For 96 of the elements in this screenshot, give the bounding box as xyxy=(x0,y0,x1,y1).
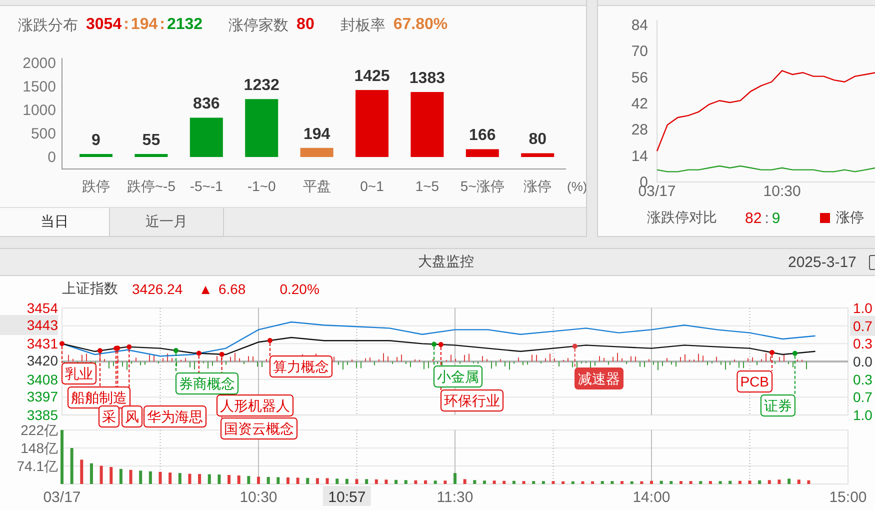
value-label: 1232 xyxy=(244,78,280,95)
axis-label: 1.0 xyxy=(853,301,872,316)
axis-label: 3454 xyxy=(26,301,58,316)
tab[interactable]: 当日 xyxy=(0,208,110,236)
legend-label: 涨跌停对比 xyxy=(647,209,717,227)
value-label: 55 xyxy=(142,132,160,150)
stat-label: 涨停家数 xyxy=(228,16,289,35)
axis-label: 56 xyxy=(631,69,648,86)
axis-label: 3431 xyxy=(26,336,58,352)
axis-label: 0.3 xyxy=(853,371,872,388)
axis-label: 10:57 xyxy=(328,489,366,506)
axis-label: 0.3 xyxy=(853,336,872,352)
value-label: 166 xyxy=(469,128,496,145)
axis-label: 500 xyxy=(30,126,56,143)
concept-tag: PCB xyxy=(736,370,773,392)
value-label: 194 xyxy=(303,126,330,144)
axis-label: 03/17 xyxy=(43,489,81,506)
stat-value: 67.80% xyxy=(393,16,448,34)
axis-label: 148亿 xyxy=(20,440,58,456)
axis-label: 0 xyxy=(48,149,56,166)
concept-tag: 国资云概念 xyxy=(220,418,298,440)
value-label: 9 xyxy=(92,132,100,150)
category-label: 涨停 xyxy=(524,178,552,194)
axis-label: 3443 xyxy=(26,317,58,334)
axis-label: 222亿 xyxy=(20,422,58,438)
leader-line xyxy=(434,346,435,366)
category-label: 跌停~-5 xyxy=(126,178,176,194)
category-label: 跌停 xyxy=(82,178,110,194)
axis-label: 3385 xyxy=(26,407,58,423)
stat-value: 82 xyxy=(745,210,762,226)
stat-value: : xyxy=(124,16,129,34)
axis-label: 14 xyxy=(631,148,648,165)
axis-label: 3420 xyxy=(26,352,58,369)
stat-value: : xyxy=(764,210,769,226)
stat-value: 2132 xyxy=(166,16,203,34)
axis-label: 3397 xyxy=(26,388,58,404)
concept-tag: 证券 xyxy=(760,394,796,416)
concept-tag: 乳业 xyxy=(62,362,96,384)
section-title: 大盘监控 xyxy=(418,253,474,271)
stat-label: 封板率 xyxy=(340,16,386,35)
concept-tag: 环保行业 xyxy=(440,390,504,412)
axis-label: 42 xyxy=(631,96,648,112)
leader-line xyxy=(269,342,270,356)
axis-label: 2000 xyxy=(22,55,56,72)
index-change: 6.68 xyxy=(218,280,246,296)
axis-label: 1500 xyxy=(22,78,56,96)
category-label: 平盘 xyxy=(302,178,331,194)
stat-value: 194 xyxy=(130,16,158,34)
axis-label: 84 xyxy=(631,17,648,34)
axis-label: 1000 xyxy=(22,102,56,120)
axis-label: 15:00 xyxy=(829,489,867,506)
axis-label: 14:00 xyxy=(632,489,670,506)
index-price: 3426.24 xyxy=(132,280,183,296)
axis-label: 1.0 xyxy=(853,407,872,423)
category-label: 1~5 xyxy=(415,178,440,194)
concept-tag: 华为海思 xyxy=(144,406,206,428)
axis-label: 10:30 xyxy=(763,183,801,200)
axis-label: 3408 xyxy=(26,371,58,388)
category-label: -5~-1 xyxy=(190,178,223,194)
value-label: 80 xyxy=(528,132,546,149)
stat-value: : xyxy=(160,16,165,34)
axis-label: 11:30 xyxy=(436,489,474,506)
stat-value: 9 xyxy=(772,210,780,226)
index-percent: 0.20% xyxy=(280,280,320,296)
concept-tag: 券商概念 xyxy=(176,372,238,394)
category-label: 5~涨停 xyxy=(460,178,504,194)
value-label: 1425 xyxy=(354,68,390,86)
axis-label: 0.7 xyxy=(853,318,872,334)
concept-tag: 采 xyxy=(98,406,120,428)
legend-label: 涨停 xyxy=(836,209,864,227)
leader-line xyxy=(772,354,773,372)
axis-label: 28 xyxy=(631,122,648,139)
concept-tag: 船舶制造 xyxy=(68,386,130,408)
value-label: 836 xyxy=(193,96,220,114)
value-label: 1383 xyxy=(409,70,445,88)
up-arrow-icon: ▲ xyxy=(198,280,212,296)
stat-value: 80 xyxy=(296,16,314,34)
leader-line xyxy=(574,348,576,368)
axis-label: 70 xyxy=(631,43,648,60)
concept-tag: 小金属 xyxy=(434,366,482,388)
concept-tag: 算力概念 xyxy=(270,356,332,378)
stat-label: 涨跌分布 xyxy=(18,16,78,35)
axis-label: 0.7 xyxy=(853,389,872,406)
category-label: -1~0 xyxy=(247,178,276,194)
leader-line xyxy=(175,352,176,374)
leader-line xyxy=(794,355,796,396)
concept-tag: 减速器 xyxy=(574,368,624,390)
axis-label: 0.0 xyxy=(853,354,872,370)
axis-label: 74.1亿 xyxy=(16,458,58,474)
axis-label: 10:30 xyxy=(240,489,278,506)
concept-tag: 人形机器人 xyxy=(216,394,294,416)
index-name: 上证指数 xyxy=(62,280,118,298)
date-label: 2025-3-17 xyxy=(788,254,856,270)
stat-value: 3054 xyxy=(86,16,122,34)
concept-tag: 风 xyxy=(122,406,142,428)
category-label: 0~1 xyxy=(360,178,384,194)
